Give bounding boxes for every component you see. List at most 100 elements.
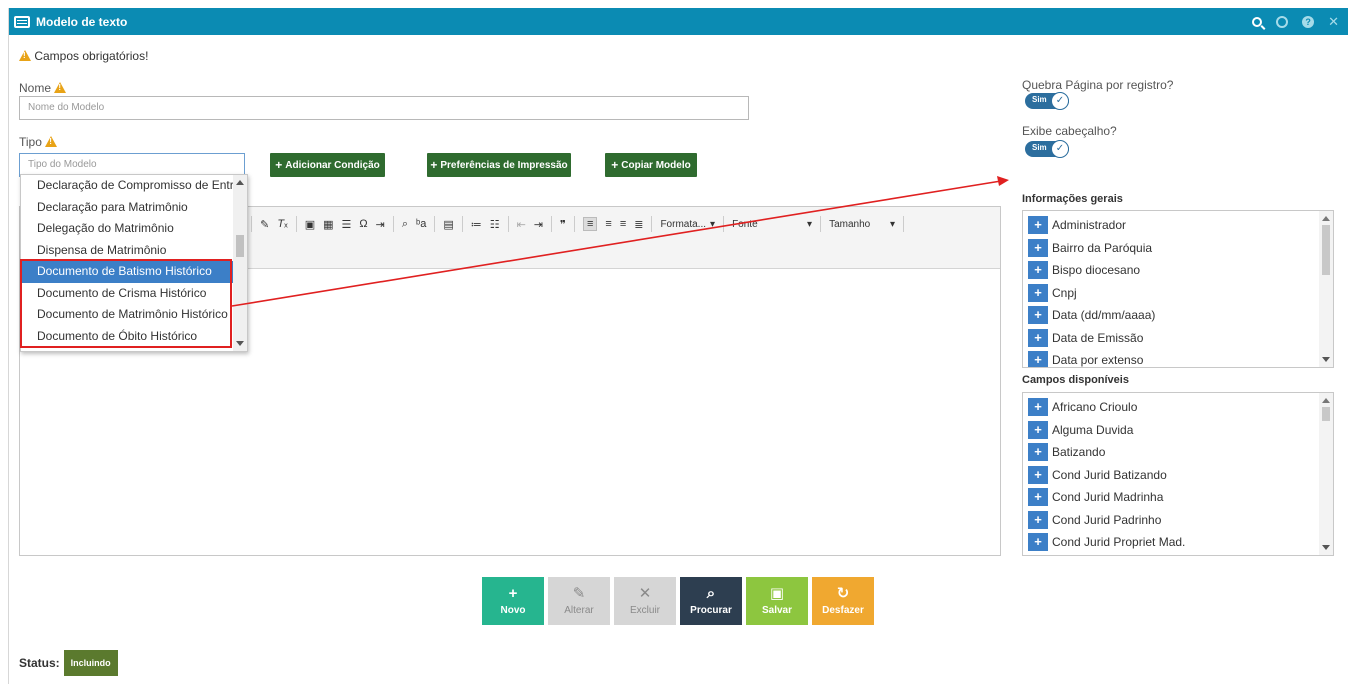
nome-input[interactable]: Nome do Modelo — [19, 96, 749, 120]
informacoes-gerais-list[interactable]: + Administrador + Bairro da Paróquia + Bisp… — [1022, 210, 1334, 368]
dropdown-item[interactable]: Documento de Crisma Histórico — [21, 283, 233, 305]
dropdown-item[interactable]: Dispensa de Matrimônio — [21, 240, 233, 262]
status-label: Status: — [19, 656, 60, 670]
status-bar: Status: Incluindo — [19, 650, 118, 676]
special-char-icon[interactable]: Ω — [359, 218, 367, 230]
chevron-down-icon: ▾ — [710, 218, 716, 230]
dropdown-item[interactable]: Documento de Óbito Histórico — [21, 326, 233, 348]
indent-icon[interactable]: ⇥ — [534, 218, 543, 231]
search-icon[interactable] — [1252, 16, 1263, 27]
list-item[interactable]: + Data de Emissão — [1023, 327, 1333, 350]
alterar-button[interactable]: ✎ Alterar — [548, 577, 610, 625]
list-scrollbar[interactable] — [1319, 211, 1333, 367]
scroll-thumb[interactable] — [1322, 407, 1330, 421]
align-right-icon[interactable]: ≡ — [620, 218, 626, 230]
scroll-down-icon[interactable] — [1322, 357, 1330, 362]
campos-disponiveis-title: Campos disponíveis — [1022, 374, 1129, 386]
table-icon[interactable]: ▦ — [323, 218, 333, 231]
plus-icon[interactable]: + — [1028, 351, 1048, 367]
quebra-pagina-label: Quebra Página por registro? — [1022, 78, 1174, 92]
list-item[interactable]: + Cond Jurid Propriet Mad. — [1023, 531, 1333, 554]
list-item[interactable]: + Data (dd/mm/aaaa) — [1023, 304, 1333, 327]
align-left-icon[interactable]: ≡ — [582, 217, 598, 231]
close-icon[interactable]: ✕ — [1328, 14, 1339, 30]
bullet-list-icon[interactable]: ☷ — [490, 218, 500, 231]
clear-format-icon[interactable]: Tₓ — [277, 218, 287, 230]
dropdown-item[interactable]: Declaração para Matrimônio — [21, 197, 233, 219]
tipo-label: Tipo — [19, 135, 58, 149]
dropdown-item[interactable]: Delegação do Matrimônio — [21, 218, 233, 240]
procurar-button[interactable]: ⌕ Procurar — [680, 577, 742, 625]
font-combo[interactable]: Fonte ▾ — [732, 219, 812, 230]
plus-icon[interactable]: + — [1028, 420, 1048, 439]
numbered-list-icon[interactable]: ≔ — [471, 218, 482, 231]
dropdown-item-selected[interactable]: Documento de Batismo Histórico — [21, 261, 233, 283]
plus-icon[interactable]: + — [1028, 328, 1048, 347]
list-item[interactable]: + Cond Jurid Batizando — [1023, 464, 1333, 487]
toolbar-row: x² ✎ Tₓ ▣ ▦ ☰ Ω ⇥ ⌕ ᵇa ▤ ≔ ☷ ⇤ ⇥ — [234, 213, 905, 235]
dropdown-item[interactable]: Documento de Matrimônio Histórico — [21, 304, 233, 326]
list-item[interactable]: + Cond Jurid Padrinho — [1023, 509, 1333, 532]
dropdown-item[interactable]: Declaração de Compromisso de Entrega — [21, 175, 233, 197]
list-item[interactable]: + Cnpj — [1023, 282, 1333, 305]
list-scrollbar[interactable] — [1319, 393, 1333, 555]
scroll-down-icon[interactable] — [1322, 545, 1330, 550]
excluir-button[interactable]: ✕ Excluir — [614, 577, 676, 625]
list-item[interactable]: + Alguma Duvida — [1023, 419, 1333, 442]
novo-button[interactable]: + Novo — [482, 577, 544, 625]
horizontal-line-icon[interactable]: ☰ — [342, 218, 352, 231]
image-icon[interactable]: ▣ — [305, 218, 315, 231]
plus-icon[interactable]: + — [1028, 216, 1048, 235]
title-tools: ? ✕ — [1252, 8, 1339, 35]
align-justify-icon[interactable]: ≣ — [634, 218, 643, 231]
plus-icon[interactable]: + — [1028, 510, 1048, 529]
dropdown-scrollbar[interactable] — [233, 175, 247, 351]
tipo-dropdown-list[interactable]: Declaração de Compromisso de Entrega Dec… — [20, 174, 248, 352]
plus-icon[interactable]: + — [1028, 465, 1048, 484]
campos-disponiveis-list[interactable]: + Africano Crioulo + Alguma Duvida + Batiza… — [1022, 392, 1334, 556]
preferencias-impressao-button[interactable]: + Preferências de Impressão — [427, 153, 571, 177]
page-break-icon[interactable]: ⇥ — [376, 218, 385, 231]
plus-icon[interactable]: + — [1028, 238, 1048, 257]
clock-icon[interactable] — [1276, 15, 1289, 28]
outdent-icon[interactable]: ⇤ — [517, 218, 526, 231]
help-icon[interactable]: ? — [1302, 15, 1315, 28]
find-icon[interactable]: ⌕ — [402, 218, 408, 231]
list-item[interactable]: + Bairro da Paróquia — [1023, 237, 1333, 260]
scroll-down-icon[interactable] — [236, 341, 244, 346]
list-item[interactable]: + Africano Crioulo — [1023, 396, 1333, 419]
scroll-up-icon[interactable] — [1322, 216, 1330, 221]
blockquote-icon[interactable]: ❞ — [560, 218, 566, 231]
list-item[interactable]: + Batizando — [1023, 441, 1333, 464]
pencil-icon: ✎ — [572, 584, 586, 602]
list-item[interactable]: + Bispo diocesano — [1023, 259, 1333, 282]
plus-icon[interactable]: + — [1028, 398, 1048, 417]
salvar-button[interactable]: ▣ Salvar — [746, 577, 808, 625]
scroll-thumb[interactable] — [236, 235, 244, 257]
scroll-up-icon[interactable] — [236, 180, 244, 185]
quebra-pagina-toggle[interactable]: Sim ✓ — [1025, 92, 1069, 110]
required-notice: Campos obrigatórios! — [19, 49, 148, 63]
list-item[interactable]: + Cond Jurid Madrinha — [1023, 486, 1333, 509]
size-combo[interactable]: Tamanho ▾ — [829, 219, 895, 230]
scroll-up-icon[interactable] — [1322, 398, 1330, 403]
format-combo[interactable]: Formata... ▾ — [660, 219, 715, 230]
exibe-cabecalho-toggle[interactable]: Sim ✓ — [1025, 140, 1069, 158]
warning-icon — [54, 82, 67, 93]
desfazer-button[interactable]: ↻ Desfazer — [812, 577, 874, 625]
plus-icon[interactable]: + — [1028, 443, 1048, 462]
plus-icon[interactable]: + — [1028, 533, 1048, 552]
list-item[interactable]: + Administrador — [1023, 214, 1333, 237]
plus-icon[interactable]: + — [1028, 306, 1048, 325]
scroll-thumb[interactable] — [1322, 225, 1330, 275]
adicionar-condicao-button[interactable]: + Adicionar Condição — [270, 153, 385, 177]
copiar-modelo-button[interactable]: + Copiar Modelo — [605, 153, 697, 177]
list-item[interactable]: + Data por extenso — [1023, 349, 1333, 367]
replace-icon[interactable]: ᵇa — [416, 218, 426, 230]
plus-icon[interactable]: + — [1028, 488, 1048, 507]
align-center-icon[interactable]: ≡ — [605, 218, 611, 230]
plus-icon[interactable]: + — [1028, 283, 1048, 302]
paint-format-icon[interactable]: ✎ — [260, 218, 269, 231]
select-all-icon[interactable]: ▤ — [443, 218, 453, 231]
plus-icon[interactable]: + — [1028, 261, 1048, 280]
